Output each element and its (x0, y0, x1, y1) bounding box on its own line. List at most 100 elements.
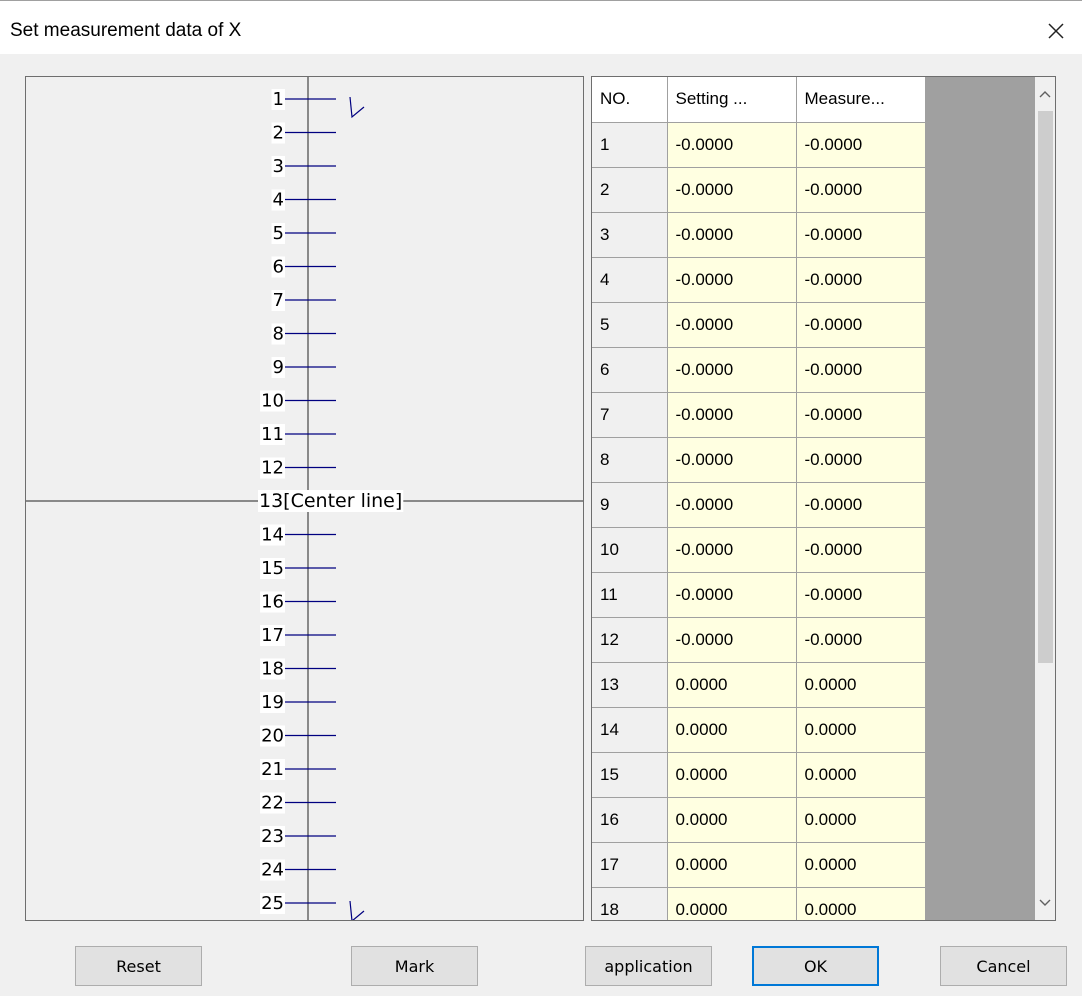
measure-value-cell[interactable]: -0.0000 (796, 572, 926, 618)
point-label: 10 (261, 391, 284, 412)
point-label: 19 (261, 692, 284, 713)
row-number-cell: 10 (592, 527, 668, 573)
setting-value-cell[interactable]: -0.0000 (667, 302, 797, 348)
row-number-cell: 2 (592, 167, 668, 213)
point-label: 5 (273, 223, 284, 244)
row-number-cell: 9 (592, 482, 668, 528)
scrollbar-thumb[interactable] (1038, 111, 1053, 663)
table-row[interactable]: 9 -0.0000 -0.0000 (592, 482, 926, 528)
row-number-cell: 3 (592, 212, 668, 258)
setting-value-cell[interactable]: 0.0000 (667, 707, 797, 753)
table-row[interactable]: 12 -0.0000 -0.0000 (592, 617, 926, 663)
table-row[interactable]: 6 -0.0000 -0.0000 (592, 347, 926, 393)
point-label: 24 (261, 860, 284, 881)
ok-button[interactable]: OK (752, 946, 879, 986)
measure-value-cell[interactable]: -0.0000 (796, 392, 926, 438)
tick-marker-icon (349, 900, 365, 920)
scroll-down-button[interactable] (1035, 886, 1055, 920)
column-header-setting[interactable]: Setting ... (667, 77, 797, 123)
row-number-cell: 4 (592, 257, 668, 303)
point-label: 6 (273, 257, 284, 278)
dialog-title: Set measurement data of X (10, 20, 242, 41)
measurement-table: NO. Setting ... Measure... 1 -0.0000 -0.00… (591, 76, 1056, 921)
table-row[interactable]: 10 -0.0000 -0.0000 (592, 527, 926, 573)
cancel-button[interactable]: Cancel (940, 946, 1067, 986)
point-label: 20 (261, 726, 284, 747)
setting-value-cell[interactable]: -0.0000 (667, 257, 797, 303)
row-number-cell: 13 (592, 662, 668, 708)
setting-value-cell[interactable]: -0.0000 (667, 347, 797, 393)
table-row[interactable]: 15 0.0000 0.0000 (592, 752, 926, 798)
measure-value-cell[interactable]: 0.0000 (796, 797, 926, 843)
setting-value-cell[interactable]: -0.0000 (667, 527, 797, 573)
setting-value-cell[interactable]: -0.0000 (667, 392, 797, 438)
measure-value-cell[interactable]: 0.0000 (796, 842, 926, 888)
measure-value-cell[interactable]: -0.0000 (796, 347, 926, 393)
point-label: 15 (261, 558, 284, 579)
reset-button[interactable]: Reset (75, 946, 202, 986)
column-header-measure[interactable]: Measure... (796, 77, 926, 123)
setting-value-cell[interactable]: -0.0000 (667, 437, 797, 483)
row-number-cell: 8 (592, 437, 668, 483)
measure-value-cell[interactable]: -0.0000 (796, 257, 926, 303)
measure-value-cell[interactable]: -0.0000 (796, 437, 926, 483)
point-label: 2 (273, 123, 284, 144)
row-number-cell: 16 (592, 797, 668, 843)
setting-value-cell[interactable]: -0.0000 (667, 482, 797, 528)
measure-value-cell[interactable]: 0.0000 (796, 752, 926, 798)
table-row[interactable]: 5 -0.0000 -0.0000 (592, 302, 926, 348)
measure-value-cell[interactable]: -0.0000 (796, 482, 926, 528)
measure-value-cell[interactable]: -0.0000 (796, 527, 926, 573)
measure-value-cell[interactable]: -0.0000 (796, 167, 926, 213)
row-number-cell: 1 (592, 122, 668, 168)
setting-value-cell[interactable]: 0.0000 (667, 842, 797, 888)
close-button[interactable] (1038, 13, 1074, 49)
setting-value-cell[interactable]: 0.0000 (667, 797, 797, 843)
point-label: 7 (273, 290, 284, 311)
table-row[interactable]: 8 -0.0000 -0.0000 (592, 437, 926, 483)
setting-value-cell[interactable]: -0.0000 (667, 572, 797, 618)
table-row[interactable]: 4 -0.0000 -0.0000 (592, 257, 926, 303)
chevron-up-icon (1039, 91, 1051, 98)
table-row[interactable]: 16 0.0000 0.0000 (592, 797, 926, 843)
table-row[interactable]: 2 -0.0000 -0.0000 (592, 167, 926, 213)
measure-value-cell[interactable]: -0.0000 (796, 212, 926, 258)
row-number-cell: 14 (592, 707, 668, 753)
mark-button[interactable]: Mark (351, 946, 478, 986)
table-header-row: NO. Setting ... Measure... (592, 77, 926, 123)
data-grid: NO. Setting ... Measure... 1 -0.0000 -0.00… (592, 77, 926, 920)
vertical-scrollbar[interactable] (1035, 77, 1055, 920)
measure-value-cell[interactable]: 0.0000 (796, 662, 926, 708)
column-header-no[interactable]: NO. (592, 77, 668, 123)
table-row[interactable]: 17 0.0000 0.0000 (592, 842, 926, 888)
measure-value-cell[interactable]: -0.0000 (796, 617, 926, 663)
application-button[interactable]: application (585, 946, 712, 986)
setting-value-cell[interactable]: -0.0000 (667, 122, 797, 168)
setting-value-cell[interactable]: 0.0000 (667, 752, 797, 798)
table-row[interactable]: 1 -0.0000 -0.0000 (592, 122, 926, 168)
measure-value-cell[interactable]: 0.0000 (796, 887, 926, 920)
point-label: 4 (273, 190, 284, 211)
row-number-cell: 17 (592, 842, 668, 888)
point-label: 21 (261, 759, 284, 780)
measure-value-cell[interactable]: 0.0000 (796, 707, 926, 753)
table-row[interactable]: 11 -0.0000 -0.0000 (592, 572, 926, 618)
measure-value-cell[interactable]: -0.0000 (796, 122, 926, 168)
table-row[interactable]: 7 -0.0000 -0.0000 (592, 392, 926, 438)
setting-value-cell[interactable]: 0.0000 (667, 887, 797, 920)
close-icon (1048, 23, 1064, 39)
measure-value-cell[interactable]: -0.0000 (796, 302, 926, 348)
table-row[interactable]: 13 0.0000 0.0000 (592, 662, 926, 708)
point-label: 1 (273, 89, 284, 110)
point-label: 17 (261, 625, 284, 646)
setting-value-cell[interactable]: -0.0000 (667, 167, 797, 213)
table-row[interactable]: 14 0.0000 0.0000 (592, 707, 926, 753)
scroll-up-button[interactable] (1035, 77, 1055, 111)
table-row[interactable]: 18 0.0000 0.0000 (592, 887, 926, 920)
table-row[interactable]: 3 -0.0000 -0.0000 (592, 212, 926, 258)
setting-value-cell[interactable]: -0.0000 (667, 212, 797, 258)
setting-value-cell[interactable]: -0.0000 (667, 617, 797, 663)
setting-value-cell[interactable]: 0.0000 (667, 662, 797, 708)
center-line-label: 13[Center line] (259, 490, 402, 512)
point-label: 11 (261, 424, 284, 445)
